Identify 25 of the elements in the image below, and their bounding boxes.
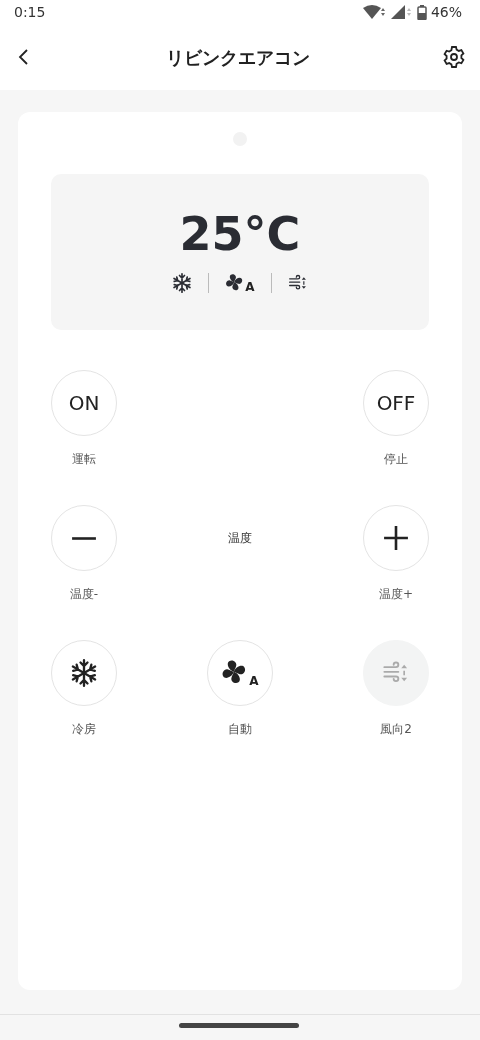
battery-percentage: 46% (430, 2, 462, 22)
snowflake-icon (70, 659, 98, 687)
button-label: 冷房 (72, 721, 96, 738)
button-label: 温度- (69, 586, 99, 603)
button-label: 運転 (72, 451, 96, 468)
mode-letter: A (245, 281, 255, 293)
button-label: 自動 (228, 721, 252, 738)
battery-icon (416, 4, 427, 20)
power-button[interactable]: OFF (363, 370, 429, 436)
wifi-icon (362, 5, 387, 19)
screen-title: リビンクエアコン (166, 45, 310, 70)
button-label: 停止 (384, 451, 408, 468)
temperature-caption: 温度 (228, 530, 252, 547)
power-button[interactable]: ON (51, 370, 117, 436)
button-label: 風向2 (380, 721, 412, 738)
plus-icon (383, 525, 409, 551)
temperature-reading: 25°C (179, 211, 301, 257)
signal-icon (390, 5, 413, 19)
minus-icon (71, 536, 97, 540)
fan-speed-button[interactable]: A (207, 640, 273, 706)
settings-icon[interactable] (442, 45, 466, 69)
snowflake-icon (172, 273, 193, 293)
status-time: 0:15 (14, 2, 46, 22)
button-label: 温度+ (378, 586, 414, 603)
mode-letter: A (249, 675, 259, 687)
